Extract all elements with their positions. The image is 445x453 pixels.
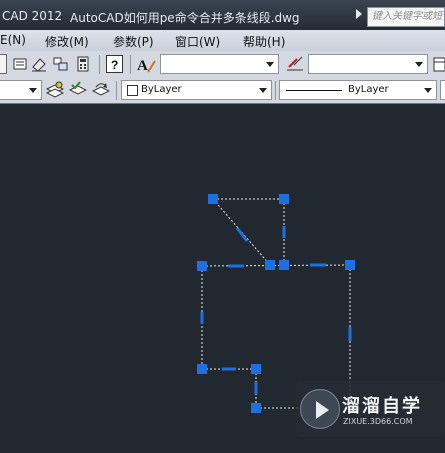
text-style-icon[interactable]: A bbox=[136, 55, 156, 74]
grip[interactable] bbox=[265, 260, 275, 270]
grip[interactable] bbox=[251, 403, 261, 413]
color-control-combo[interactable]: ByLayer bbox=[121, 80, 272, 100]
dimension-style-combo[interactable] bbox=[308, 54, 428, 74]
chevron-down-icon bbox=[415, 62, 423, 67]
chevron-down-icon bbox=[266, 62, 274, 67]
menu-item-view[interactable]: E(N) bbox=[0, 33, 26, 47]
app-title: CAD 2012 bbox=[2, 9, 63, 23]
grip[interactable] bbox=[208, 194, 218, 204]
dimension-style-icon[interactable] bbox=[285, 55, 305, 74]
chevron-down-icon bbox=[29, 88, 37, 93]
toolbar-button-icon[interactable] bbox=[0, 54, 7, 74]
grip[interactable] bbox=[197, 261, 207, 271]
standard-toolbar: ? A bbox=[0, 51, 445, 79]
toolbar-separator bbox=[130, 55, 131, 74]
color-value: ByLayer bbox=[141, 84, 182, 95]
match-properties-icon[interactable] bbox=[12, 56, 28, 72]
layer-combo[interactable] bbox=[0, 80, 42, 100]
menu-item-window[interactable]: 窗口(W) bbox=[175, 33, 220, 50]
chevron-down-icon bbox=[259, 88, 267, 93]
toolbar-separator bbox=[99, 55, 100, 74]
properties-toolbar: ByLayer ByLayer bbox=[0, 78, 445, 104]
toolbar-separator bbox=[116, 81, 117, 100]
block-editor-icon[interactable] bbox=[53, 56, 69, 72]
line-segment[interactable] bbox=[201, 264, 351, 267]
grip[interactable] bbox=[279, 194, 289, 204]
linetype-value: ByLayer bbox=[348, 84, 389, 95]
grip[interactable] bbox=[197, 364, 207, 374]
table-style-icon[interactable] bbox=[432, 55, 445, 74]
grip-dashes bbox=[200, 226, 352, 394]
expand-arrow-icon[interactable] bbox=[356, 9, 362, 19]
text-style-combo[interactable] bbox=[160, 54, 279, 74]
chevron-down-icon bbox=[424, 88, 432, 93]
svg-text:?: ? bbox=[111, 58, 118, 72]
color-swatch bbox=[127, 85, 138, 96]
calculator-icon[interactable] bbox=[75, 56, 91, 72]
selected-polyline[interactable] bbox=[201, 198, 351, 409]
document-title: AutoCAD如何用pe命令合并多条线段.dwg bbox=[70, 11, 300, 25]
title-bar: CAD 2012 AutoCAD如何用pe命令合并多条线段.dwg 键入关键字或… bbox=[0, 0, 445, 30]
svg-text:A: A bbox=[137, 58, 148, 74]
grip[interactable] bbox=[251, 364, 261, 374]
help-icon[interactable]: ? bbox=[106, 55, 123, 73]
watermark-url: ZIXUE.3D66.COM bbox=[343, 417, 413, 426]
watermark: 溜溜自学 ZIXUE.3D66.COM bbox=[296, 381, 445, 437]
grip[interactable] bbox=[279, 260, 289, 270]
layer-properties-icon[interactable] bbox=[45, 81, 65, 99]
watermark-name: 溜溜自学 bbox=[342, 396, 422, 417]
grip[interactable] bbox=[345, 260, 355, 270]
menu-item-help[interactable]: 帮助(H) bbox=[243, 33, 285, 50]
menu-bar: E(N) 修改(M) 参数(P) 窗口(W) 帮助(H) bbox=[0, 30, 445, 51]
menu-item-modify[interactable]: 修改(M) bbox=[45, 33, 89, 50]
toolbar-separator bbox=[275, 81, 276, 100]
menu-item-parametric[interactable]: 参数(P) bbox=[113, 33, 154, 50]
eraser-icon[interactable] bbox=[31, 56, 47, 72]
search-input[interactable]: 键入关键字或短 bbox=[367, 7, 445, 27]
layer-previous-icon[interactable] bbox=[91, 81, 111, 99]
lineweight-control-combo[interactable] bbox=[440, 80, 445, 100]
make-current-layer-icon[interactable] bbox=[68, 81, 88, 99]
linetype-preview bbox=[286, 90, 342, 91]
linetype-control-combo[interactable]: ByLayer bbox=[279, 80, 437, 100]
play-logo-icon bbox=[300, 389, 340, 429]
